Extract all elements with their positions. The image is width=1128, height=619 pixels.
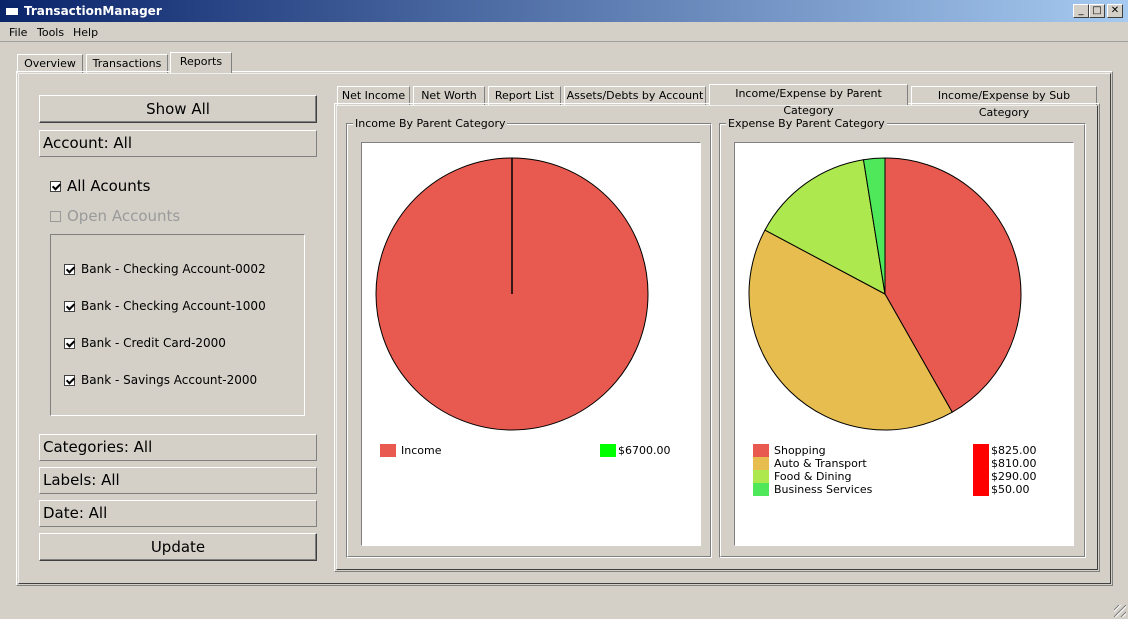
- account-item-label: Bank - Checking Account-1000: [81, 299, 266, 313]
- tab-reports[interactable]: Reports: [170, 52, 232, 73]
- date-filter-button[interactable]: Date: All: [39, 500, 317, 527]
- checkbox-checked-icon: [50, 180, 61, 192]
- value-swatch: [973, 483, 989, 496]
- legend-value-label: $6700.00: [618, 444, 671, 457]
- legend-value: $825.00: [973, 444, 1037, 457]
- show-all-button[interactable]: Show All: [39, 95, 317, 123]
- income-chart-title: Income By Parent Category: [353, 117, 508, 130]
- legend-value-label: $810.00: [991, 457, 1037, 470]
- menu-bar: File Tools Help: [0, 22, 1128, 42]
- legend-label: Food & Dining: [774, 470, 852, 483]
- checkbox-checked-icon: [64, 300, 75, 312]
- legend-value-label: $290.00: [991, 470, 1037, 483]
- checkbox-unchecked-icon: [50, 210, 61, 222]
- legend-value: $810.00: [973, 457, 1037, 470]
- resize-grip[interactable]: [1114, 605, 1126, 617]
- account-item[interactable]: Bank - Checking Account-1000: [64, 299, 266, 313]
- legend-swatch: [753, 444, 769, 457]
- account-filter-button[interactable]: Account: All: [39, 130, 317, 157]
- expense-groupbox: Expense By Parent Category Shopping Auto…: [719, 117, 1086, 558]
- income-groupbox: Income By Parent Category Income $6700.0…: [346, 117, 712, 558]
- account-list: Bank - Checking Account-0002 Bank - Chec…: [50, 234, 305, 416]
- expense-chart-area: Shopping Auto & Transport Food & Dining …: [734, 142, 1074, 546]
- account-item-label: Bank - Savings Account-2000: [81, 373, 258, 387]
- legend-item: Shopping: [753, 444, 826, 457]
- account-item[interactable]: Bank - Savings Account-2000: [64, 373, 257, 387]
- menu-file[interactable]: File: [9, 26, 27, 39]
- legend-value: $290.00: [973, 470, 1037, 483]
- legend-swatch: [753, 457, 769, 470]
- legend-value: $6700.00: [600, 444, 671, 457]
- update-button[interactable]: Update: [39, 533, 317, 561]
- menu-help[interactable]: Help: [73, 26, 98, 39]
- all-accounts-checkbox[interactable]: All Acounts: [50, 177, 151, 195]
- legend-label: Business Services: [774, 483, 873, 496]
- legend-value: $50.00: [973, 483, 1030, 496]
- close-button[interactable]: ✕: [1107, 4, 1123, 18]
- minimize-button[interactable]: _: [1073, 4, 1089, 18]
- legend-item: Auto & Transport: [753, 457, 867, 470]
- legend-item: Business Services: [753, 483, 872, 496]
- value-swatch: [973, 444, 989, 457]
- legend-swatch: [380, 444, 396, 457]
- checkbox-checked-icon: [64, 374, 75, 386]
- checkbox-checked-icon: [64, 337, 75, 349]
- account-item-label: Bank - Checking Account-0002: [81, 262, 266, 276]
- legend-label: Income: [401, 444, 442, 457]
- account-item-label: Bank - Credit Card-2000: [81, 336, 226, 350]
- value-swatch: [973, 470, 989, 483]
- open-accounts-label: Open Accounts: [67, 207, 181, 225]
- all-accounts-label: All Acounts: [67, 177, 151, 195]
- checkbox-checked-icon: [64, 263, 75, 275]
- window-title: TransactionManager: [24, 4, 162, 18]
- maximize-button[interactable]: □: [1089, 4, 1105, 18]
- app-icon: [5, 5, 19, 16]
- labels-filter-button[interactable]: Labels: All: [39, 467, 317, 494]
- title-bar: TransactionManager _ □ ✕: [0, 0, 1128, 22]
- legend-value-label: $50.00: [991, 483, 1030, 496]
- account-item[interactable]: Bank - Checking Account-0002: [64, 262, 266, 276]
- legend-label: Auto & Transport: [774, 457, 867, 470]
- tab-income-expense-by-parent-category[interactable]: Income/Expense by Parent Category: [709, 84, 908, 117]
- income-chart-area: Income $6700.00: [361, 142, 701, 546]
- menu-tools[interactable]: Tools: [37, 26, 64, 39]
- account-item[interactable]: Bank - Credit Card-2000: [64, 336, 226, 350]
- legend-label: Shopping: [774, 444, 826, 457]
- value-swatch: [973, 457, 989, 470]
- legend-swatch: [753, 470, 769, 483]
- categories-filter-button[interactable]: Categories: All: [39, 434, 317, 461]
- income-pie-chart: [375, 157, 649, 431]
- open-accounts-checkbox[interactable]: Open Accounts: [50, 207, 180, 225]
- legend-item: Food & Dining: [753, 470, 851, 483]
- value-swatch: [600, 444, 616, 457]
- legend-item: Income: [380, 444, 441, 457]
- legend-swatch: [753, 483, 769, 496]
- legend-value-label: $825.00: [991, 444, 1037, 457]
